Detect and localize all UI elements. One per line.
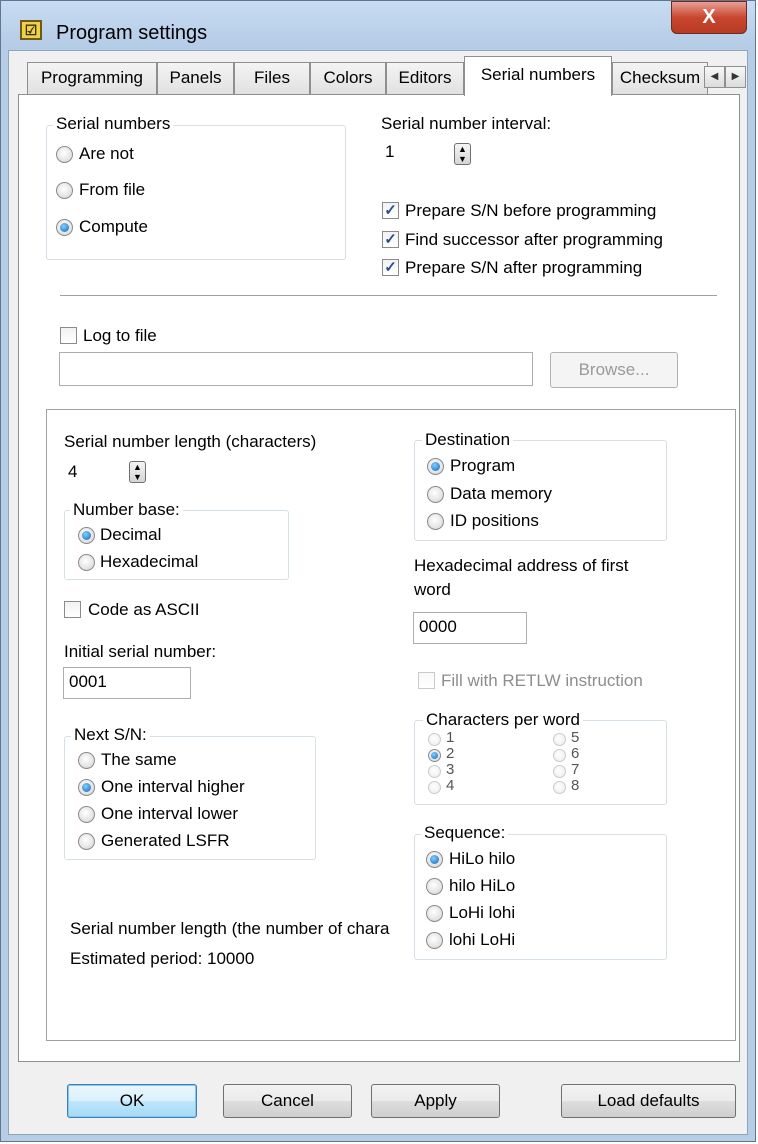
radio-label-decimal[interactable]: Decimal	[100, 525, 161, 545]
radio-are-not[interactable]	[56, 146, 73, 163]
radio-hilo-hilo[interactable]	[426, 851, 443, 868]
checkbox-code-ascii[interactable]	[64, 601, 81, 618]
checkbox-label-code-ascii[interactable]: Code as ASCII	[88, 600, 200, 620]
checkbox-label-prepare-before[interactable]: Prepare S/N before programming	[405, 201, 656, 221]
radio-chars-4[interactable]	[428, 781, 441, 794]
checkbox-label-prepare-after[interactable]: Prepare S/N after programming	[405, 258, 642, 278]
apply-button[interactable]: Apply	[371, 1084, 500, 1118]
radio-hilo-HiLo[interactable]	[426, 878, 443, 895]
radio-one-interval-lower[interactable]	[78, 806, 95, 823]
radio-label-compute[interactable]: Compute	[79, 217, 148, 237]
tab-editors[interactable]: Editors	[386, 62, 464, 94]
radio-label-hexadecimal[interactable]: Hexadecimal	[100, 552, 198, 572]
window-title: Program settings	[56, 22, 208, 44]
sequence-legend: Sequence:	[421, 823, 509, 843]
radio-data-memory[interactable]	[427, 486, 444, 503]
interval-spinner-icon[interactable]: ▲ ▼	[454, 143, 471, 165]
serial-numbers-legend: Serial numbers	[53, 114, 174, 134]
radio-label-chars-5[interactable]: 5	[571, 730, 579, 746]
radio-label-are-not[interactable]: Are not	[79, 144, 134, 164]
radio-label-chars-3[interactable]: 3	[446, 762, 454, 778]
radio-label-chars-8[interactable]: 8	[571, 778, 579, 794]
interval-label: Serial number interval:	[381, 114, 552, 133]
radio-label-chars-7[interactable]: 7	[571, 762, 579, 778]
radio-label-hilo-HiLo[interactable]: hilo HiLo	[449, 876, 515, 896]
separator	[60, 295, 717, 297]
tab-programming[interactable]: Programming	[27, 62, 157, 94]
tab-files[interactable]: Files	[234, 62, 310, 94]
radio-chars-2[interactable]	[428, 749, 441, 762]
checkbox-prepare-after[interactable]: ✓	[382, 259, 399, 276]
length-label: Serial number length (characters)	[64, 432, 317, 451]
radio-compute[interactable]	[56, 219, 73, 236]
radio-decimal[interactable]	[78, 527, 95, 544]
radio-the-same[interactable]	[78, 752, 95, 769]
checkbox-label-log-to-file[interactable]: Log to file	[83, 326, 157, 346]
radio-label-id-positions[interactable]: ID positions	[450, 511, 539, 531]
hex-address-label-line2: word	[414, 580, 451, 599]
initial-sn-input[interactable]: 0001	[63, 667, 191, 699]
radio-chars-7[interactable]	[553, 765, 566, 778]
radio-chars-3[interactable]	[428, 765, 441, 778]
close-button[interactable]: X	[671, 1, 747, 34]
app-icon: ☑	[20, 20, 42, 40]
tab-colors[interactable]: Colors	[310, 62, 386, 94]
checkbox-log-to-file[interactable]	[60, 327, 77, 344]
chars-per-word-legend: Characters per word	[423, 710, 584, 730]
radio-chars-8[interactable]	[553, 781, 566, 794]
length-info-text: Serial number length (the number of char…	[70, 919, 390, 938]
tab-panels[interactable]: Panels	[157, 62, 234, 94]
radio-label-data-memory[interactable]: Data memory	[450, 484, 552, 504]
destination-legend: Destination	[422, 430, 514, 450]
checkbox-label-find-successor[interactable]: Find successor after programming	[405, 230, 663, 250]
radio-label-one-interval-higher[interactable]: One interval higher	[101, 777, 245, 797]
ok-button[interactable]: OK	[67, 1084, 197, 1118]
radio-program[interactable]	[427, 458, 444, 475]
radio-label-chars-6[interactable]: 6	[571, 746, 579, 762]
initial-sn-label: Initial serial number:	[64, 642, 217, 661]
log-path-input[interactable]	[59, 352, 533, 386]
hex-address-input[interactable]: 0000	[413, 612, 527, 644]
radio-label-chars-2[interactable]: 2	[446, 746, 454, 762]
radio-generated-lsfr[interactable]	[78, 833, 95, 850]
radio-label-program[interactable]: Program	[450, 456, 515, 476]
radio-label-hilo-hilo[interactable]: HiLo hilo	[449, 849, 515, 869]
tab-serial-numbers[interactable]: Serial numbers	[464, 56, 612, 96]
load-defaults-button[interactable]: Load defaults	[561, 1084, 736, 1118]
radio-label-from-file[interactable]: From file	[79, 180, 145, 200]
radio-from-file[interactable]	[56, 182, 73, 199]
browse-button[interactable]: Browse...	[550, 352, 678, 388]
radio-chars-1[interactable]	[428, 733, 441, 746]
estimated-period-text: Estimated period: 10000	[70, 949, 255, 968]
checkbox-fill-retlw[interactable]	[418, 672, 435, 689]
cancel-button[interactable]: Cancel	[223, 1084, 352, 1118]
radio-chars-5[interactable]	[553, 733, 566, 746]
radio-label-lohi-lohi[interactable]: LoHi lohi	[449, 903, 515, 923]
number-base-legend: Number base:	[70, 500, 183, 520]
checkbox-prepare-before[interactable]: ✓	[382, 202, 399, 219]
tab-scroll-right-icon[interactable]: ▶	[725, 66, 746, 88]
radio-lohi-lohi[interactable]	[426, 905, 443, 922]
checkbox-find-successor[interactable]: ✓	[382, 231, 399, 248]
radio-label-the-same[interactable]: The same	[101, 750, 177, 770]
radio-label-chars-4[interactable]: 4	[446, 778, 454, 794]
radio-label-chars-1[interactable]: 1	[446, 730, 454, 746]
length-spinner-icon[interactable]: ▲ ▼	[129, 461, 146, 483]
checkbox-label-fill-retlw[interactable]: Fill with RETLW instruction	[441, 671, 643, 691]
tab-checksum[interactable]: Checksum	[612, 62, 708, 94]
radio-lohi-LoHi[interactable]	[426, 932, 443, 949]
radio-hexadecimal[interactable]	[78, 554, 95, 571]
radio-chars-6[interactable]	[553, 749, 566, 762]
radio-label-lohi-LoHi[interactable]: lohi LoHi	[449, 930, 515, 950]
next-sn-legend: Next S/N:	[71, 725, 150, 745]
radio-id-positions[interactable]	[427, 513, 444, 530]
tab-scroll-left-icon[interactable]: ◀	[704, 66, 725, 88]
hex-address-label-line1: Hexadecimal address of first	[414, 556, 629, 575]
radio-one-interval-higher[interactable]	[78, 779, 95, 796]
radio-label-generated-lsfr[interactable]: Generated LSFR	[101, 831, 230, 851]
radio-label-one-interval-lower[interactable]: One interval lower	[101, 804, 238, 824]
